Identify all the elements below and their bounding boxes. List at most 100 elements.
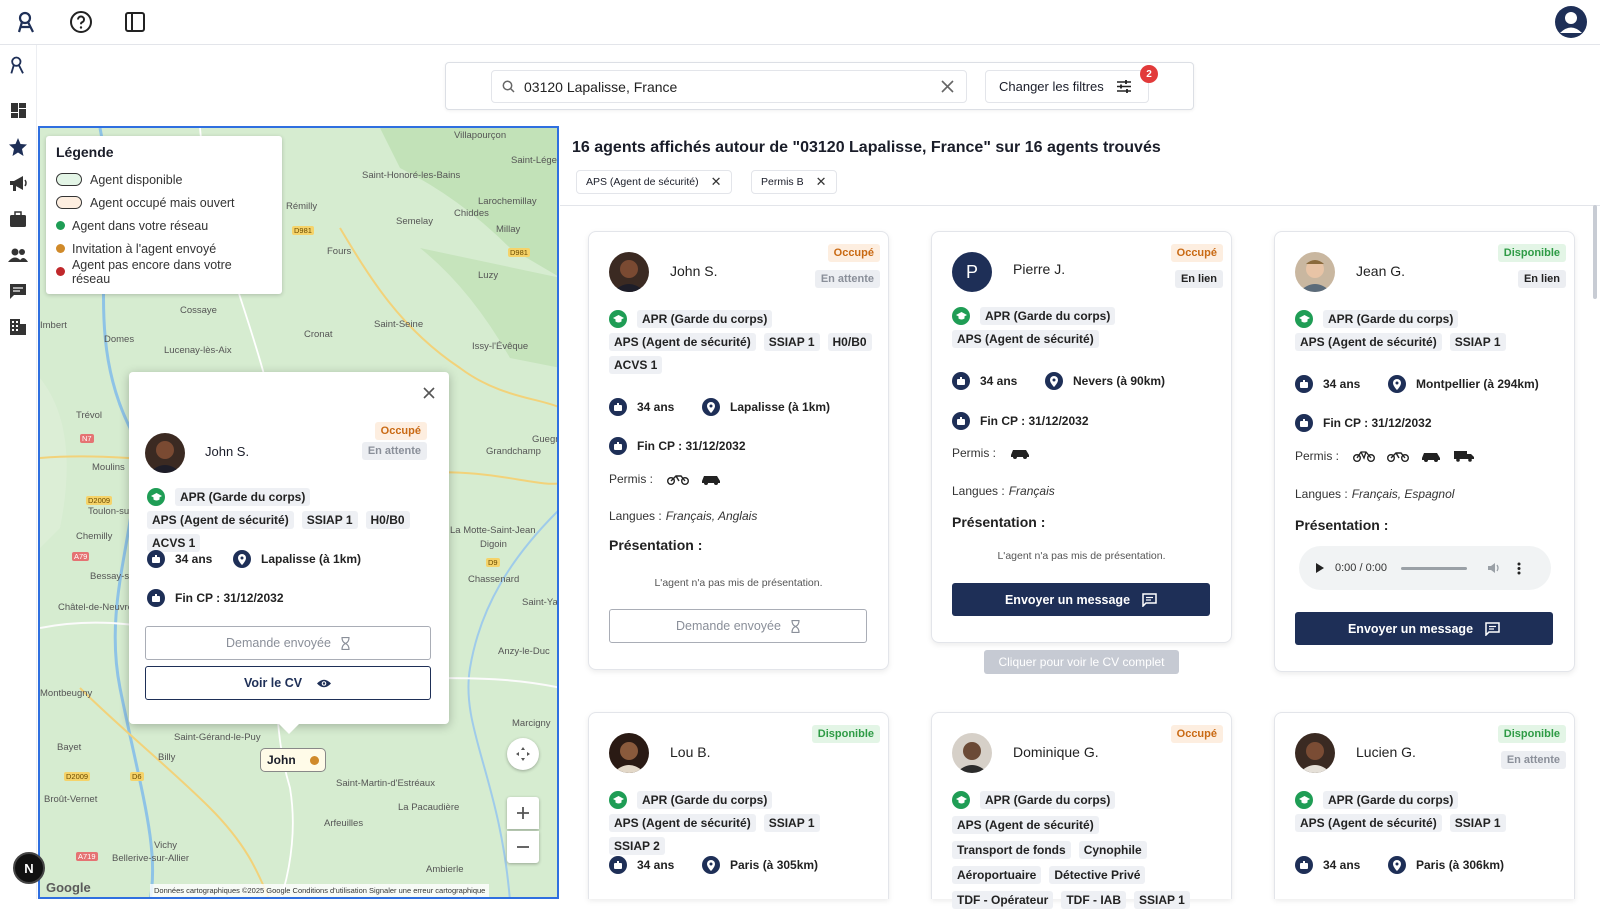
map-town: Cossaye — [180, 305, 217, 316]
request-sent-button[interactable]: Demande envoyée — [145, 626, 431, 660]
send-message-button[interactable]: Envoyer un message — [1295, 612, 1553, 645]
clear-search-icon[interactable] — [941, 80, 954, 98]
no-presentation-text: L'agent n'a pas mis de présentation. — [997, 550, 1166, 562]
briefcase-icon[interactable] — [7, 208, 29, 230]
location-pin-icon — [1045, 372, 1063, 390]
audio-time: 0:00 / 0:00 — [1335, 562, 1387, 574]
view-full-cv-button[interactable]: Cliquer pour voir le CV complet — [984, 650, 1179, 674]
languages-value: Français, Anglais — [665, 509, 758, 523]
view-cv-button[interactable]: Voir le CV — [145, 666, 431, 700]
send-message-button[interactable]: Envoyer un message — [952, 583, 1210, 616]
cert-tag: TDF - IAB — [1061, 891, 1126, 909]
age-text: 34 ans — [637, 400, 675, 414]
avatar — [952, 733, 992, 773]
help-icon[interactable] — [67, 8, 95, 36]
languages-label: Langues : — [952, 484, 1005, 498]
hourglass-icon — [341, 636, 350, 650]
map-agent-marker[interactable]: John — [260, 748, 326, 772]
map[interactable]: Villapourçon Saint-Léger Saint-Honoré-le… — [38, 126, 559, 899]
sidebar-logo-icon[interactable] — [7, 54, 29, 76]
status-badge: Disponible — [811, 725, 880, 743]
remove-chip-icon[interactable]: ✕ — [711, 174, 722, 190]
volume-icon[interactable] — [1487, 562, 1501, 574]
zoom-out-button[interactable] — [507, 831, 539, 863]
audio-progress-bar[interactable] — [1401, 566, 1467, 570]
chat-icon — [1485, 621, 1500, 636]
sidebar-toggle-icon[interactable] — [121, 8, 149, 36]
results-scrollbar[interactable] — [1593, 205, 1597, 299]
map-town: Lucenay-lès-Aix — [164, 345, 232, 356]
fin-cp-text: Fin CP : 31/12/2032 — [637, 439, 746, 453]
cert-tag: Cynophile — [1078, 841, 1147, 859]
megaphone-icon[interactable] — [7, 172, 29, 194]
certifications: APR (Garde du corps) APS (Agent de sécur… — [952, 307, 1217, 348]
audio-player[interactable]: 0:00 / 0:00 — [1299, 546, 1551, 590]
cert-tag: APR (Garde du corps) — [1323, 791, 1459, 809]
more-options-icon[interactable] — [1517, 562, 1521, 575]
map-town: Vichy — [154, 840, 178, 851]
user-avatar-icon[interactable] — [1554, 5, 1588, 39]
road-label: N7 — [80, 434, 94, 443]
users-icon[interactable] — [7, 244, 29, 266]
play-icon[interactable] — [1315, 562, 1325, 574]
map-town: Millay — [496, 224, 521, 235]
request-sent-button[interactable]: Demande envoyée — [609, 609, 867, 643]
dashboard-icon[interactable] — [7, 99, 29, 121]
change-filters-button[interactable]: Changer les filtres — [985, 70, 1149, 103]
messages-icon[interactable] — [7, 280, 29, 302]
languages-label: Langues : — [1295, 487, 1348, 501]
road-label: D2009 — [86, 496, 113, 505]
legend-dot — [56, 267, 65, 276]
top-bar — [0, 0, 1600, 45]
robot-icon — [609, 398, 627, 416]
search-box[interactable] — [491, 70, 967, 103]
search-input[interactable] — [524, 71, 924, 102]
eye-icon — [316, 678, 332, 689]
cert-tag: Aéroportuaire — [952, 866, 1042, 884]
map-town: Digoin — [480, 539, 507, 550]
map-town: Saint-Yan — [522, 597, 559, 608]
no-presentation-text: L'agent n'a pas mis de présentation. — [654, 577, 823, 589]
map-town: Issy-l'Évêque — [472, 341, 529, 352]
legend-item: Agent pas encore dans votre réseau — [56, 258, 272, 286]
agent-card[interactable]: Dominique G. Occupé APR (Garde du corps)… — [931, 712, 1232, 909]
cert-tag: TDF - Opérateur — [952, 891, 1054, 909]
motorcycle-icon — [1387, 450, 1410, 462]
cert-tag: SSIAP 1 — [1134, 891, 1190, 909]
legend-title: Légende — [56, 144, 114, 160]
logo-icon[interactable] — [13, 8, 41, 36]
agent-fin-cp: Fin CP : 31/12/2032 — [952, 412, 1089, 430]
next-devtools-button[interactable]: N — [13, 852, 45, 884]
invited-dot — [310, 756, 319, 765]
cert-tag: APS (Agent de sécurité) — [147, 511, 294, 529]
cert-tag: APS (Agent de sécurité) — [1295, 814, 1442, 832]
map-town: Saint-Martin-d'Estréaux — [336, 778, 435, 789]
map-town: Cronat — [304, 329, 333, 340]
map-attribution[interactable]: Données cartographiques ©2025 Google Con… — [150, 884, 490, 897]
remove-chip-icon[interactable]: ✕ — [816, 174, 827, 190]
map-town: Larochemillay — [478, 196, 537, 207]
zoom-in-button[interactable] — [507, 797, 539, 829]
avatar — [1295, 252, 1335, 292]
legend-label: Agent dans votre réseau — [72, 218, 209, 233]
graduation-cap-icon — [1295, 310, 1313, 328]
agent-card[interactable]: John S. Occupé En attente APR (Garde du … — [588, 231, 889, 670]
agent-card[interactable]: Lucien G. Disponible En attente APR (Gar… — [1274, 712, 1575, 899]
certifications: APR (Garde du corps) APS (Agent de sécur… — [609, 310, 874, 374]
cert-tag: ACVS 1 — [609, 356, 663, 374]
map-town: Grandchamp — [486, 446, 541, 457]
location-pin-icon — [1388, 375, 1406, 393]
building-icon[interactable] — [7, 316, 29, 338]
close-icon[interactable] — [423, 386, 435, 404]
graduation-cap-icon — [1295, 791, 1313, 809]
status-badge: Disponible — [1497, 244, 1566, 262]
map-star-icon[interactable] — [7, 136, 29, 158]
legend-item: Agent occupé mais ouvert — [56, 191, 272, 214]
fullscreen-button[interactable] — [507, 738, 539, 770]
move-arrows-icon — [516, 747, 530, 761]
agent-card[interactable]: P Pierre J. Occupé En lien APR (Garde du… — [931, 231, 1232, 643]
agent-card[interactable]: Lou B. Disponible APR (Garde du corps) A… — [588, 712, 889, 899]
avatar — [1295, 733, 1335, 773]
location-text: Paris (à 306km) — [1416, 858, 1505, 872]
agent-card[interactable]: Jean G. Disponible En lien APR (Garde du… — [1274, 231, 1575, 672]
